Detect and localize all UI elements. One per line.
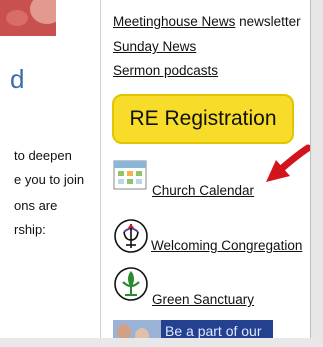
body-text-line-2: e you to join — [14, 172, 85, 187]
chalice-icon[interactable] — [113, 218, 149, 254]
re-registration-button[interactable]: RE Registration — [112, 94, 294, 144]
welcoming-congregation-link[interactable]: Welcoming Congregation — [151, 238, 302, 253]
sunday-news-link[interactable]: Sunday News — [113, 39, 196, 54]
sermon-podcasts-item: Sermon podcasts — [113, 63, 218, 78]
welcoming-congregation-item: Welcoming Congregation — [151, 238, 302, 253]
sunday-news-item: Sunday News — [113, 39, 196, 54]
page-edge-right — [311, 0, 323, 347]
page-edge-bottom — [0, 338, 323, 347]
body-text-line-4: rship: — [14, 222, 46, 237]
red-arrow-icon — [266, 144, 310, 182]
meetinghouse-news-item: Meetinghouse News newsletter — [113, 14, 301, 29]
sermon-podcasts-link[interactable]: Sermon podcasts — [113, 63, 218, 78]
body-text-line-1: to deepen — [14, 148, 72, 163]
decorative-image — [0, 0, 56, 36]
decorative-shape — [30, 0, 56, 24]
green-sanctuary-link[interactable]: Green Sanctuary — [152, 292, 254, 307]
green-chalice-icon[interactable] — [113, 266, 149, 302]
banner-text: Be a part of our — [165, 323, 262, 339]
decorative-leaf — [6, 10, 28, 26]
body-text-line-3: ons are — [14, 198, 58, 213]
section-heading: d — [10, 64, 25, 94]
calendar-icon[interactable] — [113, 160, 147, 190]
page-frame: d to deepen e you to join ons are rship:… — [0, 0, 323, 347]
meetinghouse-news-link[interactable]: Meetinghouse News — [113, 14, 235, 29]
church-calendar-link[interactable]: Church Calendar — [152, 183, 254, 198]
re-registration-label: RE Registration — [129, 107, 277, 130]
green-sanctuary-item: Green Sanctuary — [152, 292, 254, 307]
church-calendar-item: Church Calendar — [152, 183, 254, 198]
meetinghouse-news-suffix: newsletter — [235, 14, 301, 29]
column-divider — [100, 0, 101, 347]
